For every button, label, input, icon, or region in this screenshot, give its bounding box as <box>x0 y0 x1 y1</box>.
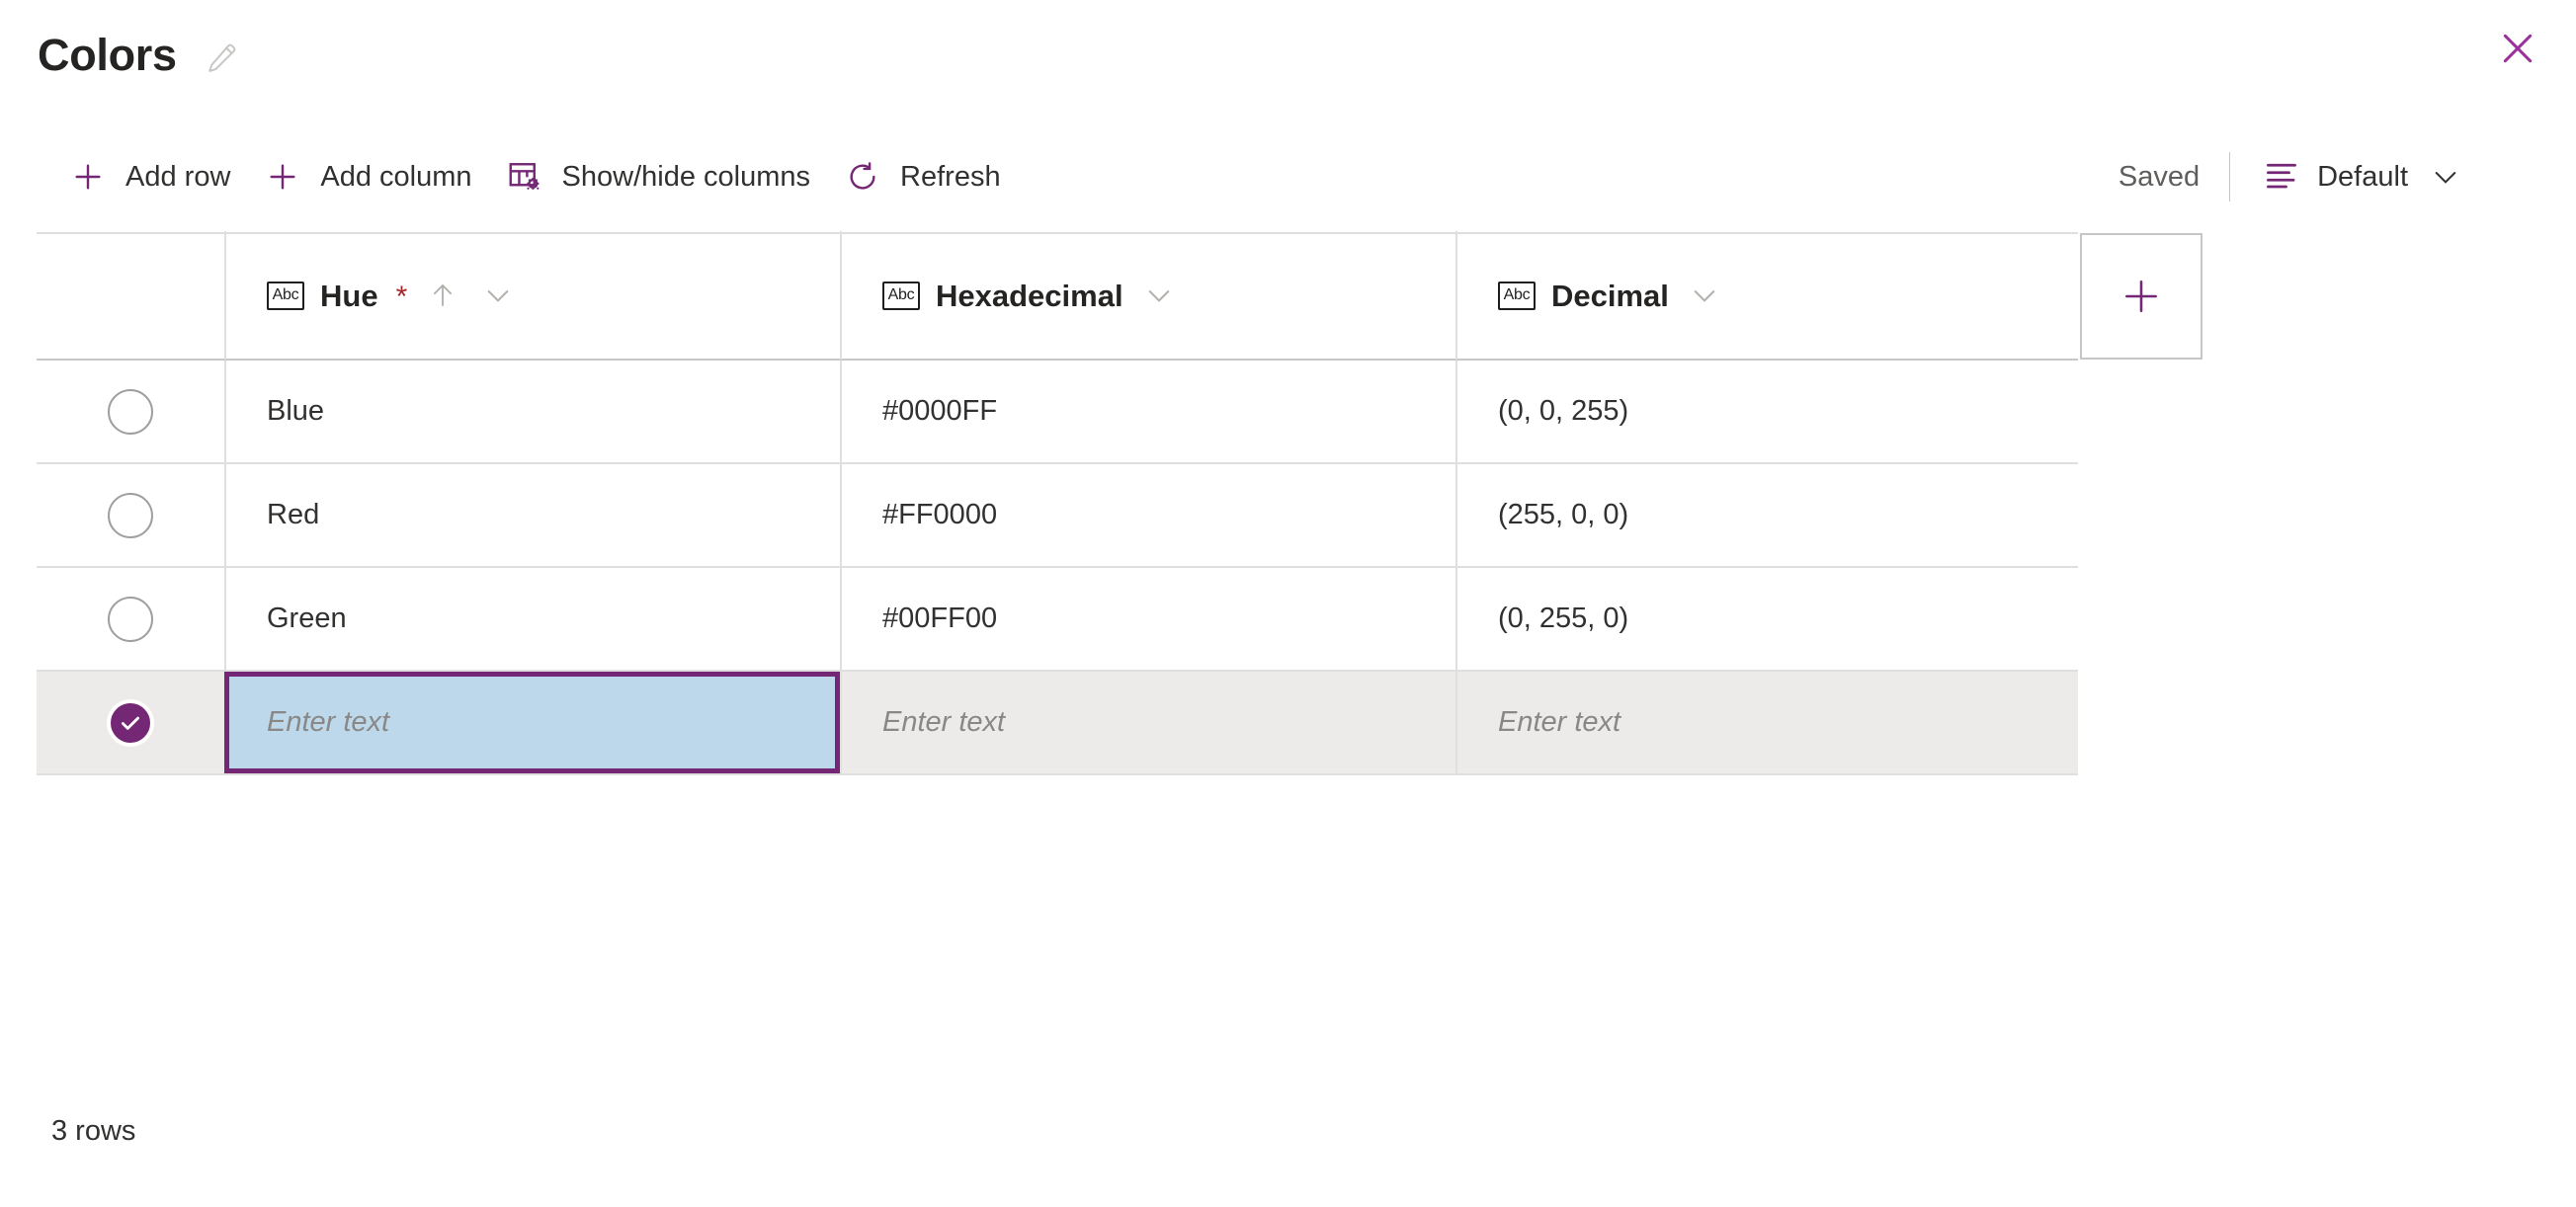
table-columns-settings-icon <box>504 156 545 198</box>
row-checkbox[interactable] <box>108 492 153 538</box>
cell-decimal[interactable]: (0, 0, 255) <box>1455 361 2071 462</box>
row-checkbox-checked[interactable] <box>108 699 153 746</box>
cell-value: #0000FF <box>882 395 998 427</box>
new-table-row[interactable]: Enter text Enter text Enter text <box>37 672 2078 775</box>
plus-icon <box>262 156 303 198</box>
chevron-down-icon[interactable] <box>1685 276 1724 315</box>
data-grid: Abc Hue * Abc Hexadecimal Abc Decimal Bl… <box>37 231 2078 775</box>
cell-decimal[interactable]: (0, 255, 0) <box>1455 568 2071 670</box>
add-column-label: Add column <box>320 160 472 193</box>
row-count-status: 3 rows <box>51 1115 136 1147</box>
cell-value: (0, 255, 0) <box>1498 603 1629 634</box>
cell-hexadecimal[interactable]: #00FF00 <box>840 568 1455 670</box>
text-type-icon: Abc <box>882 281 920 310</box>
table-row[interactable]: Blue #0000FF (0, 0, 255) <box>37 361 2078 464</box>
table-row[interactable]: Green #00FF00 (0, 255, 0) <box>37 568 2078 672</box>
close-button[interactable] <box>2483 14 2552 83</box>
refresh-icon <box>842 156 883 198</box>
column-header-decimal[interactable]: Abc Decimal <box>1455 231 2071 360</box>
toolbar-status-group: Saved Default <box>2119 149 2469 204</box>
row-checkbox[interactable] <box>108 596 153 642</box>
cell-placeholder: Enter text <box>267 706 390 738</box>
toolbar: Add row Add column Show/hide columns Ref… <box>0 131 2576 222</box>
title-group: Colors <box>38 33 240 77</box>
grid-top-rule <box>37 232 2078 234</box>
plus-icon <box>2125 281 2157 312</box>
column-header-hue[interactable]: Abc Hue * <box>224 231 840 360</box>
cell-hue[interactable]: Green <box>224 568 840 670</box>
cell-value: #00FF00 <box>882 603 998 634</box>
cell-value: (0, 0, 255) <box>1498 395 1629 427</box>
table-editor-pane: Colors Add row Add column Show/hide colu… <box>0 0 2576 1207</box>
toolbar-divider <box>2229 152 2231 201</box>
page-title: Colors <box>38 30 177 80</box>
text-type-icon: Abc <box>267 281 304 310</box>
refresh-button[interactable]: Refresh <box>832 146 1023 207</box>
view-list-icon <box>2264 160 2299 195</box>
column-name-decimal: Decimal <box>1551 278 1669 313</box>
cell-hexadecimal[interactable]: #FF0000 <box>840 464 1455 566</box>
add-column-button[interactable]: Add column <box>252 146 493 207</box>
column-name-hue: Hue <box>320 278 378 313</box>
chevron-down-icon[interactable] <box>478 276 518 315</box>
grid-header-row: Abc Hue * Abc Hexadecimal Abc Decimal <box>37 231 2078 361</box>
arrow-up-icon[interactable] <box>423 276 462 315</box>
cell-value: (255, 0, 0) <box>1498 499 1629 530</box>
refresh-label: Refresh <box>900 160 1001 193</box>
show-hide-columns-label: Show/hide columns <box>561 160 811 193</box>
row-checkbox[interactable] <box>108 388 153 435</box>
add-column-grid-button[interactable] <box>2080 233 2202 360</box>
row-select-cell[interactable] <box>37 672 224 773</box>
cell-decimal[interactable]: (255, 0, 0) <box>1455 464 2071 566</box>
cell-hue[interactable]: Blue <box>224 361 840 462</box>
view-selector[interactable]: Default <box>2260 149 2469 204</box>
cell-hue-input[interactable]: Enter text <box>224 672 840 773</box>
cell-placeholder: Enter text <box>1498 706 1621 738</box>
chevron-down-icon[interactable] <box>1139 276 1179 315</box>
plus-icon <box>67 156 109 198</box>
cell-value: Green <box>267 603 347 634</box>
row-select-cell[interactable] <box>37 568 224 670</box>
cell-hue[interactable]: Red <box>224 464 840 566</box>
cell-hexadecimal[interactable]: #0000FF <box>840 361 1455 462</box>
cell-value: Blue <box>267 395 325 427</box>
cell-hexadecimal-input[interactable]: Enter text <box>840 672 1455 773</box>
view-label: Default <box>2317 160 2408 193</box>
show-hide-columns-button[interactable]: Show/hide columns <box>494 146 832 207</box>
cell-value: #FF0000 <box>882 499 998 530</box>
row-select-cell[interactable] <box>37 464 224 566</box>
row-select-cell[interactable] <box>37 361 224 462</box>
column-name-hexadecimal: Hexadecimal <box>936 278 1123 313</box>
cell-placeholder: Enter text <box>882 706 1006 738</box>
required-marker: * <box>395 281 408 313</box>
chevron-down-icon <box>2426 157 2465 197</box>
add-row-label: Add row <box>125 160 231 193</box>
add-row-button[interactable]: Add row <box>57 146 252 207</box>
text-type-icon: Abc <box>1498 281 1536 310</box>
cell-decimal-input[interactable]: Enter text <box>1455 672 2071 773</box>
save-status: Saved <box>2118 160 2201 193</box>
column-header-hexadecimal[interactable]: Abc Hexadecimal <box>840 231 1455 360</box>
cell-value: Red <box>267 499 320 530</box>
titlebar: Colors <box>0 0 2576 119</box>
table-row[interactable]: Red #FF0000 (255, 0, 0) <box>37 464 2078 568</box>
pencil-icon[interactable] <box>203 40 240 77</box>
toolbar-actions: Add row Add column Show/hide columns Ref… <box>57 146 1023 207</box>
